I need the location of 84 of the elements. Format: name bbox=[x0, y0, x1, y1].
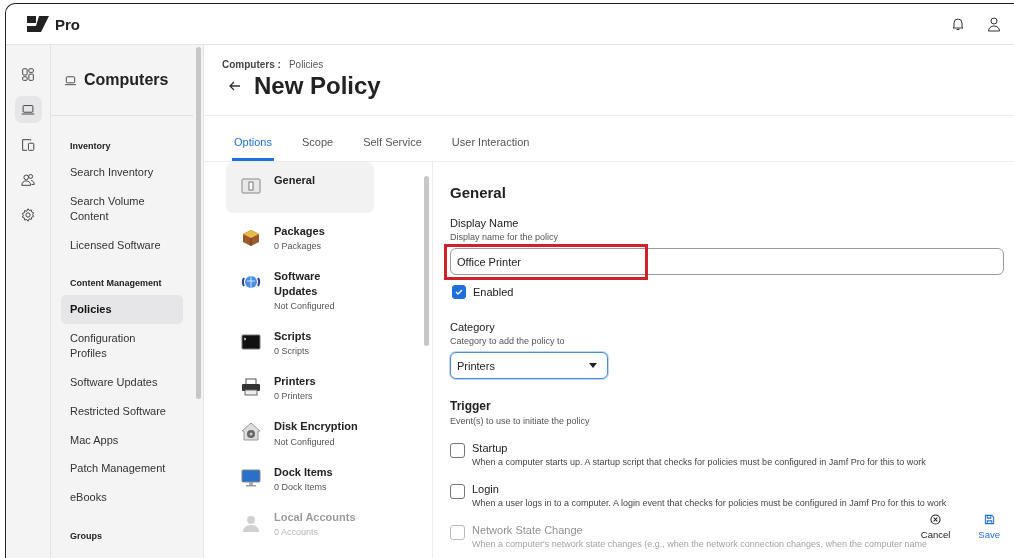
sidebar-item[interactable]: Search Inventory bbox=[61, 158, 183, 187]
checkbox[interactable] bbox=[450, 443, 465, 458]
payload-name: Packages bbox=[274, 224, 326, 239]
breadcrumb-link[interactable]: Computers : bbox=[222, 59, 281, 70]
payload-item[interactable]: Packages 0 Packages bbox=[226, 213, 374, 259]
checkbox[interactable] bbox=[450, 525, 465, 540]
check-icon bbox=[454, 287, 464, 297]
payload-summary: 0 Scripts bbox=[274, 346, 310, 357]
sidebar-item[interactable]: Patch Management bbox=[61, 454, 183, 484]
cancel-button[interactable]: Cancel bbox=[920, 514, 951, 540]
payload-name: General bbox=[274, 173, 316, 188]
field-help: Display name for the policy bbox=[450, 232, 560, 242]
payload-item[interactable]: Scripts 0 Scripts bbox=[226, 317, 374, 364]
field-label: Category bbox=[450, 321, 496, 333]
payload-item[interactable]: General bbox=[226, 162, 374, 213]
field-help: Category to add the policy to bbox=[450, 336, 566, 346]
sidebar-title: Computers bbox=[84, 71, 169, 89]
caret-icon bbox=[589, 363, 597, 368]
printers-icon bbox=[240, 376, 262, 399]
nav-button[interactable] bbox=[14, 96, 42, 123]
checkbox-label: Enabled bbox=[473, 286, 514, 298]
payload-name: Disk Encryption bbox=[274, 419, 358, 434]
display-name-field[interactable]: Office Printer bbox=[450, 248, 1004, 275]
payload-summary: Not Configured bbox=[274, 300, 336, 311]
brand-name: Pro bbox=[55, 15, 80, 33]
section-heading: Trigger bbox=[450, 399, 492, 413]
option-description: When a user logs in to a computer. A login event that checks for policies must be configured in Jamf Pro for this to work bbox=[472, 498, 947, 508]
tab[interactable]: User Interaction bbox=[449, 136, 532, 161]
option-description: When a computer's network state changes (e.g., when the network connection changes, when the computer name bbox=[472, 539, 927, 549]
payload-summary: 0 Dock Items bbox=[274, 482, 328, 493]
user-icon[interactable] bbox=[986, 16, 1002, 32]
sidebar-item[interactable]: Search Volume Content bbox=[61, 186, 183, 231]
payload-item[interactable]: Dock Items 0 Dock Items bbox=[226, 453, 374, 500]
dock-items-icon bbox=[240, 466, 262, 489]
payload-summary: 0 Accounts bbox=[274, 527, 320, 538]
laptop-icon bbox=[64, 73, 77, 87]
payload-summary: Not Configured bbox=[274, 436, 336, 447]
checkbox-label: Login bbox=[472, 483, 500, 495]
checkbox-label: Startup bbox=[472, 442, 509, 454]
payload-summary: 0 Packages bbox=[274, 241, 323, 252]
payload-name: Software Updates bbox=[274, 269, 322, 298]
sidebar-item[interactable]: Restricted Software bbox=[61, 396, 183, 426]
sidebar-item[interactable]: Configuration Profiles bbox=[61, 324, 183, 368]
cancel-icon bbox=[930, 514, 942, 525]
payload-name: Dock Items bbox=[274, 464, 334, 480]
logo-icon bbox=[27, 16, 49, 32]
general-icon bbox=[240, 175, 262, 197]
settings-icon bbox=[20, 206, 36, 223]
sidebar-item[interactable]: Software Updates bbox=[61, 367, 183, 397]
users-icon bbox=[20, 171, 36, 188]
devices-icon bbox=[20, 136, 36, 153]
save-button[interactable]: Save bbox=[978, 514, 1000, 540]
payload-item[interactable]: Printers 0 Printers bbox=[226, 363, 374, 409]
scrollbar-thumb[interactable] bbox=[195, 47, 201, 399]
checkbox[interactable] bbox=[452, 285, 466, 299]
payload-summary: 0 Printers bbox=[274, 391, 314, 402]
field-label: Display Name bbox=[450, 217, 520, 229]
scrollbar-thumb[interactable] bbox=[423, 176, 429, 346]
section-heading: Content Management bbox=[69, 277, 163, 291]
payload-name: Printers bbox=[274, 374, 317, 389]
disk-encryption-icon bbox=[240, 421, 262, 444]
payload-name: Scripts bbox=[274, 328, 313, 344]
sidebar-item[interactable]: Mac Apps bbox=[61, 425, 183, 455]
payload-name: Local Accounts bbox=[274, 510, 357, 525]
save-icon bbox=[983, 514, 995, 525]
section-heading: Inventory bbox=[69, 140, 112, 153]
breadcrumb-current: Policies bbox=[288, 59, 324, 70]
section-heading: Groups bbox=[69, 530, 103, 544]
sidebar-item[interactable]: Licensed Software bbox=[61, 230, 183, 260]
section-title: General bbox=[450, 184, 507, 201]
tab[interactable]: Scope bbox=[299, 136, 336, 161]
tab[interactable]: Self Service bbox=[361, 136, 424, 161]
payload-item[interactable]: Software Updates Not Configured bbox=[226, 258, 374, 318]
section-help: Event(s) to use to initiate the policy bbox=[450, 416, 591, 426]
option-description: When a computer starts up. A startup script that checks for policies must be configured in Jamf Pro for this to work bbox=[472, 457, 926, 467]
grid-icon bbox=[20, 66, 36, 83]
checkbox[interactable] bbox=[450, 484, 465, 499]
page-title: New Policy bbox=[254, 72, 381, 100]
sidebar-item[interactable]: Policies bbox=[61, 295, 183, 325]
category-dropdown[interactable]: Printers bbox=[450, 352, 608, 379]
notification-icon[interactable] bbox=[950, 16, 966, 32]
payload-item[interactable]: Disk Encryption Not Configured bbox=[226, 408, 374, 454]
back-button[interactable] bbox=[228, 79, 242, 93]
sidebar-item[interactable]: eBooks bbox=[61, 483, 183, 513]
